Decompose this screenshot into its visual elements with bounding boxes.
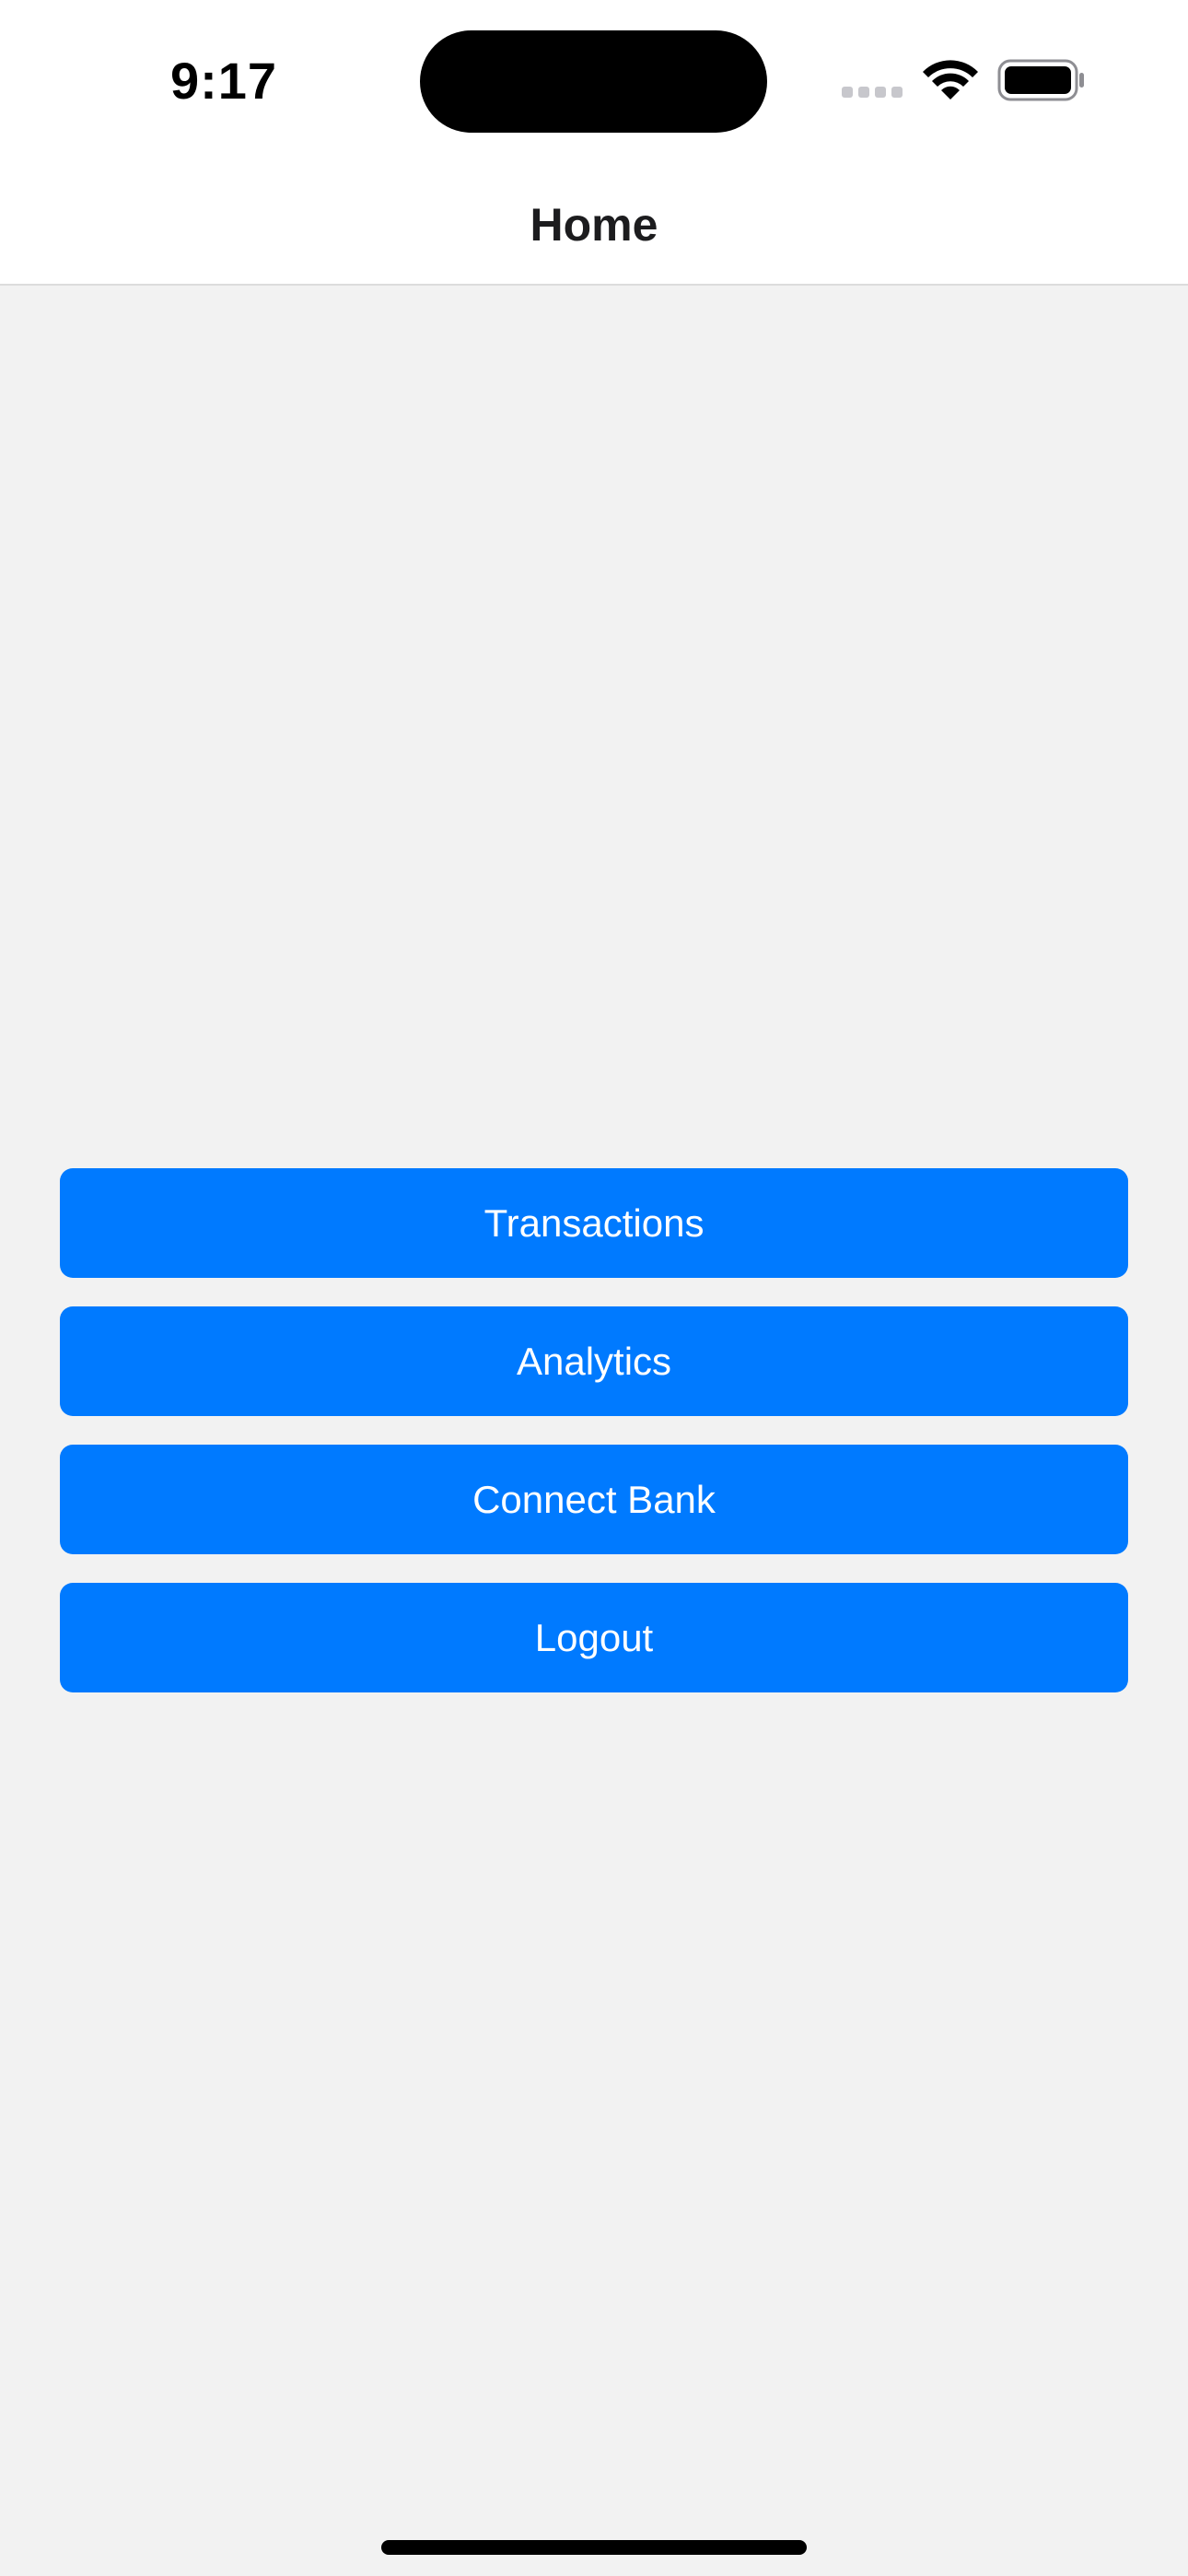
cellular-signal-icon xyxy=(842,87,903,98)
home-indicator[interactable] xyxy=(381,2540,807,2555)
battery-icon xyxy=(997,59,1084,101)
status-time: 9:17 xyxy=(169,52,278,110)
page-title: Home xyxy=(530,199,658,251)
navigation-bar: Home xyxy=(0,166,1188,286)
analytics-button[interactable]: Analytics xyxy=(60,1306,1128,1416)
wifi-icon xyxy=(923,60,978,100)
status-bar: 9:17 xyxy=(0,0,1188,166)
logout-button[interactable]: Logout xyxy=(60,1583,1128,1692)
dynamic-island xyxy=(420,30,767,133)
transactions-button[interactable]: Transactions xyxy=(60,1168,1128,1278)
menu-button-stack: Transactions Analytics Connect Bank Logo… xyxy=(60,1168,1128,1721)
connect-bank-button[interactable]: Connect Bank xyxy=(60,1445,1128,1554)
